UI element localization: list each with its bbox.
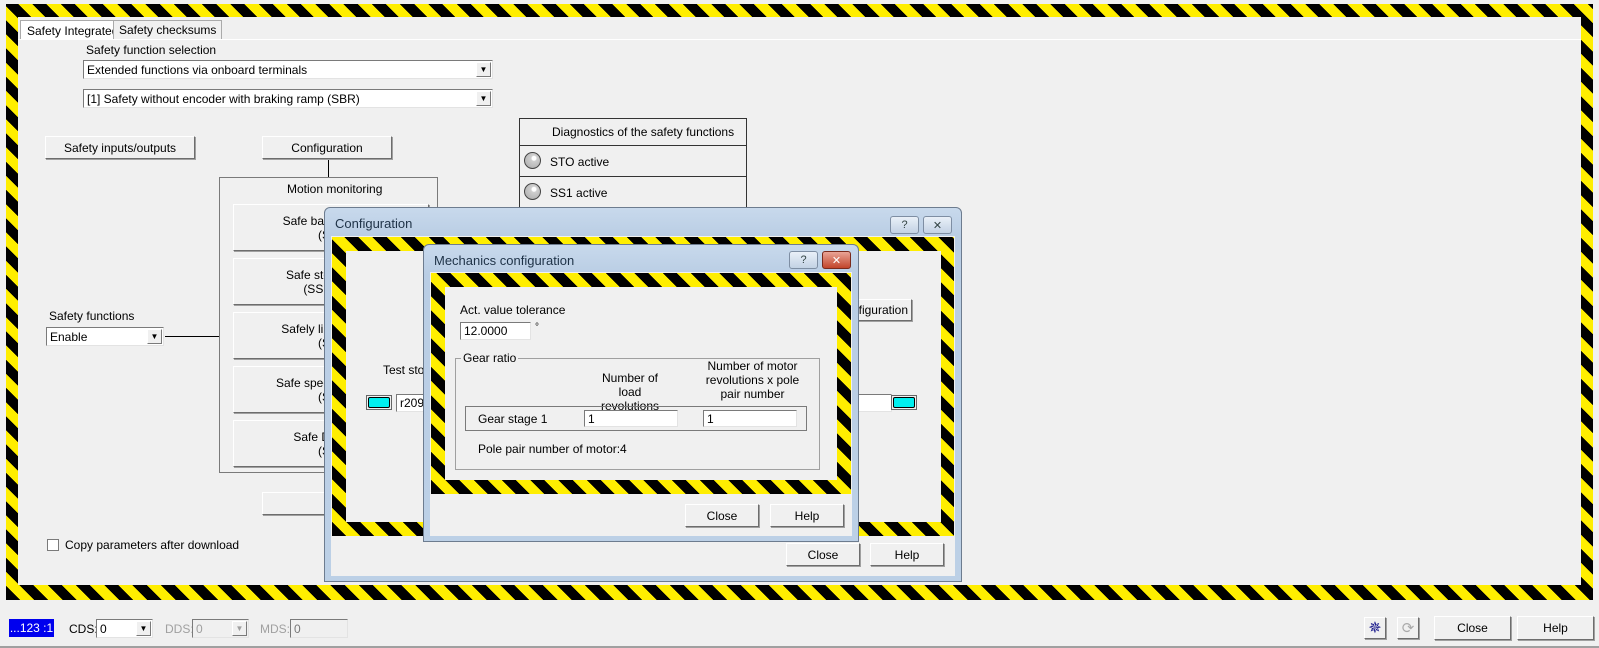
config-help-button[interactable]: Help (870, 543, 944, 566)
close-icon[interactable]: ✕ (923, 216, 952, 234)
cds-select[interactable]: 0 ▼ (96, 619, 153, 638)
load-revolutions-input[interactable]: 1 (584, 410, 678, 427)
status-badge: ...123 :1 (9, 619, 54, 637)
motion-monitoring-title: Motion monitoring (287, 182, 383, 196)
tab-label: Safety Integrated (27, 24, 119, 38)
safety-function-selection-label: Safety function selection (86, 43, 217, 57)
tolerance-unit: ° (535, 322, 539, 333)
motor-revolutions-input[interactable]: 1 (703, 410, 797, 427)
safety-io-button[interactable]: Safety inputs/outputs (45, 136, 195, 159)
pole-pair-label: Pole pair number of motor: (478, 442, 621, 456)
gear-ratio-title: Gear ratio (461, 351, 519, 365)
main-close-button[interactable]: Close (1434, 616, 1511, 640)
chevron-down-icon[interactable]: ▼ (147, 329, 162, 344)
output-field[interactable] (855, 394, 892, 412)
diagnostics-item: STO active (550, 155, 610, 169)
cds-label: CDS: (69, 622, 98, 636)
output-connector-icon[interactable] (891, 395, 917, 410)
diagnostics-item: SS1 active (550, 186, 608, 200)
mechanics-help-button[interactable]: Help (770, 504, 844, 527)
close-icon[interactable]: ✕ (822, 251, 851, 269)
tab-safety-checksums[interactable]: Safety checksums (113, 20, 223, 39)
diagnostics-title: Diagnostics of the safety functions (552, 125, 735, 139)
safety-variant-value: [1] Safety without encoder with braking … (87, 91, 360, 106)
divider (519, 176, 747, 177)
dialog-title: Configuration (335, 216, 413, 231)
copy-params-checkbox[interactable] (47, 539, 59, 551)
chevron-down-icon[interactable]: ▼ (476, 62, 491, 77)
connector-line (165, 336, 219, 337)
tolerance-input[interactable]: 12.0000 (460, 322, 531, 340)
safety-functions-label: Safety functions (49, 309, 135, 323)
configuration-button[interactable]: Configuration (262, 136, 392, 159)
chevron-down-icon[interactable]: ▼ (136, 621, 151, 636)
ss1-led-icon (524, 183, 541, 200)
copy-params-label: Copy parameters after download (65, 538, 240, 552)
sto-led-icon (524, 152, 541, 169)
dds-label: DDS: (165, 622, 194, 636)
safety-functions-select[interactable]: Enable ▼ (46, 327, 164, 346)
help-icon[interactable]: ? (890, 216, 919, 234)
help-icon[interactable]: ? (789, 251, 818, 269)
dds-value: 0 (196, 621, 203, 636)
motion-item-label: Safe bas (282, 213, 330, 228)
settings-gear-button[interactable]: ✵ (1364, 617, 1386, 639)
test-stop-label: Test sto (383, 363, 425, 377)
config-close-button[interactable]: Close (786, 543, 860, 566)
mds-label: MDS: (260, 622, 290, 636)
right-configuration-button[interactable]: nfiguration (852, 299, 912, 321)
divider (519, 145, 747, 146)
tab-divider (18, 39, 1581, 40)
mds-field: 0 (290, 619, 348, 638)
cds-value: 0 (100, 621, 107, 636)
chevron-down-icon[interactable]: ▼ (476, 91, 491, 106)
tab-safety-integrated[interactable]: Safety Integrated (20, 20, 126, 40)
tolerance-label: Act. value tolerance (460, 303, 566, 317)
mechanics-close-button[interactable]: Close (685, 504, 759, 527)
motion-item-label: Safe spee (275, 375, 330, 390)
gear-icon: ✵ (1368, 620, 1382, 637)
chevron-down-icon: ▼ (232, 621, 247, 636)
motion-item-label: Safely lin (281, 321, 330, 336)
refresh-button[interactable]: ⟳ (1397, 617, 1419, 639)
dialog-title: Mechanics configuration (434, 253, 575, 268)
safety-mode-value: Extended functions via onboard terminals (87, 62, 308, 77)
safety-mode-select[interactable]: Extended functions via onboard terminals… (83, 60, 493, 79)
tab-label: Safety checksums (119, 23, 217, 37)
connector-line (328, 160, 329, 177)
safety-variant-select[interactable]: [1] Safety without encoder with braking … (83, 89, 493, 108)
pole-pair-value: 4 (620, 442, 627, 456)
input-connector-icon[interactable] (366, 395, 392, 410)
refresh-icon: ⟳ (1401, 620, 1415, 637)
col-motor-header: Number of motor revolutions x pole pair … (705, 359, 800, 401)
main-help-button[interactable]: Help (1517, 616, 1594, 640)
safety-functions-value: Enable (50, 329, 88, 344)
gear-stage-label: Gear stage 1 (478, 412, 548, 426)
dds-select: 0 ▼ (192, 619, 249, 638)
